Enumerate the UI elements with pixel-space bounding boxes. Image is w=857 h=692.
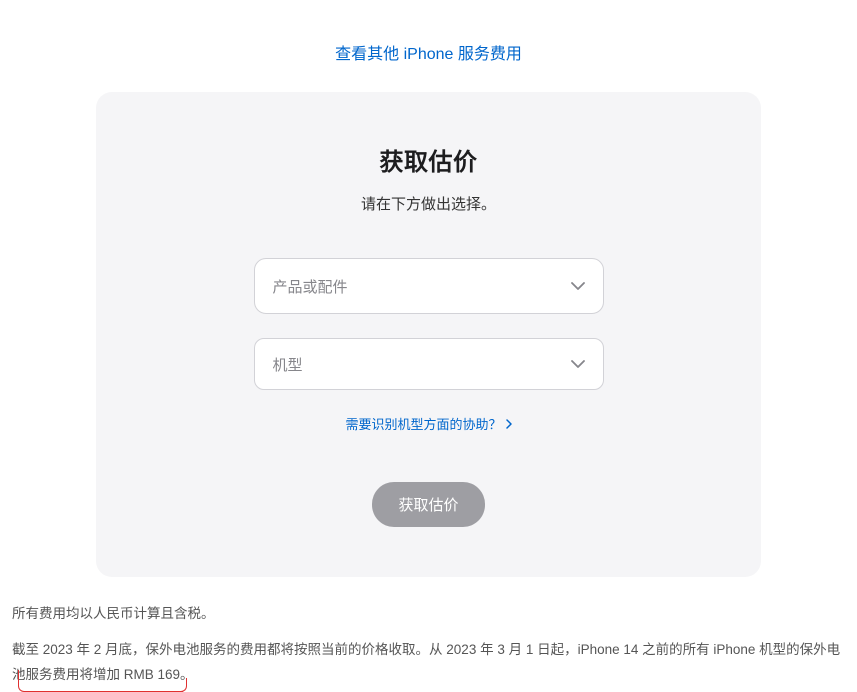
help-link-wrapper: 需要识别机型方面的协助？	[136, 414, 721, 434]
identify-model-help-link[interactable]: 需要识别机型方面的协助？	[345, 414, 511, 433]
footer-text: 所有费用均以人民币计算且含税。 截至 2023 年 2 月底，保外电池服务的费用…	[10, 601, 847, 688]
top-link-wrapper: 查看其他 iPhone 服务费用	[10, 0, 847, 92]
card-subtitle: 请在下方做出选择。	[136, 193, 721, 214]
chevron-right-icon	[506, 419, 512, 429]
model-select[interactable]: 机型	[254, 338, 604, 390]
help-link-text: 需要识别机型方面的协助？	[345, 414, 501, 433]
product-select-placeholder: 产品或配件	[273, 276, 348, 297]
chevron-down-icon	[571, 360, 585, 368]
view-other-services-link[interactable]: 查看其他 iPhone 服务费用	[335, 46, 522, 63]
get-estimate-button[interactable]: 获取估价	[372, 482, 484, 527]
footer-line-1: 所有费用均以人民币计算且含税。	[12, 601, 845, 627]
model-select-wrapper: 机型	[254, 338, 604, 390]
card-title: 获取估价	[136, 142, 721, 177]
chevron-down-icon	[571, 282, 585, 290]
footer-line-2: 截至 2023 年 2 月底，保外电池服务的费用都将按照当前的价格收取。从 20…	[12, 642, 840, 683]
page-container: 查看其他 iPhone 服务费用 获取估价 请在下方做出选择。 产品或配件 机型	[0, 0, 857, 688]
product-select[interactable]: 产品或配件	[254, 258, 604, 314]
estimate-card: 获取估价 请在下方做出选择。 产品或配件 机型 需要识别机型方面的协助？	[96, 92, 761, 577]
footer-line-2-part2: 费用将增加 RMB 169。	[53, 667, 194, 682]
product-select-wrapper: 产品或配件	[254, 258, 604, 314]
model-select-placeholder: 机型	[273, 354, 303, 375]
